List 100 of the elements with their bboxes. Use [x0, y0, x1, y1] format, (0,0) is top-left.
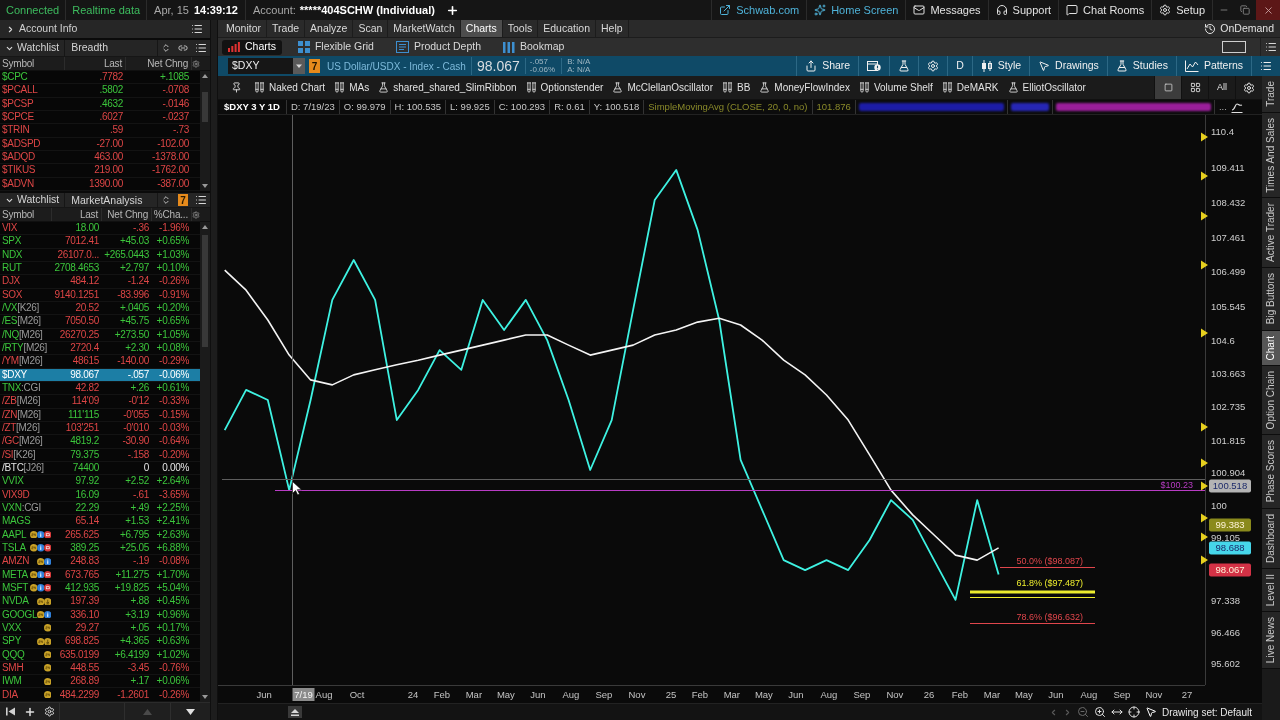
- column-header[interactable]: Net Chng: [147, 56, 188, 71]
- watchlist-row[interactable]: DJX 484.12 -1.24 -0.26%: [0, 275, 200, 289]
- column-header[interactable]: Net Chng: [107, 207, 148, 222]
- pointer-button[interactable]: [1144, 706, 1157, 718]
- price-axis-label: 107.461: [1211, 231, 1246, 243]
- nav-tab[interactable]: Monitor: [221, 20, 267, 37]
- last-price: 2720.4: [70, 343, 99, 354]
- watchlist-row[interactable]: DIA 484.2299 -1.2601 -0.26%: [0, 688, 200, 702]
- watchlist-row[interactable]: /ZB[M26] 114'09 -0'12 -0.33%: [0, 395, 200, 409]
- study-button[interactable]: shared_shared_SlimRibbon: [378, 80, 517, 95]
- side-tab[interactable]: Dashboard: [1262, 508, 1280, 569]
- study-button[interactable]: ElliotOscillator: [1007, 80, 1086, 95]
- last-price: 219.00: [94, 165, 123, 176]
- column-header[interactable]: Last: [103, 56, 122, 71]
- study-button[interactable]: McClellanOscillator: [612, 80, 713, 95]
- watchlist-dropdown[interactable]: MarketAnalysis: [65, 193, 158, 207]
- link-group-badge[interactable]: 7: [309, 59, 320, 73]
- pin-button[interactable]: [231, 82, 242, 93]
- nav-tab[interactable]: Trade: [267, 20, 306, 37]
- watchlist-row[interactable]: SPX 7012.41 +45.03 +0.65%: [0, 235, 200, 249]
- nav-tab[interactable]: Tools: [502, 20, 539, 37]
- watchlist-row[interactable]: SPY 698.825 +4.365 +0.63%: [0, 635, 200, 649]
- column-header[interactable]: Symbol: [2, 207, 35, 222]
- menu-button[interactable]: [191, 23, 203, 35]
- study-button[interactable]: MAs: [334, 80, 370, 95]
- watchlist-row[interactable]: VVIX 97.92 +2.52 +2.64%: [0, 475, 200, 489]
- scrollbar[interactable]: [200, 71, 210, 191]
- side-tab[interactable]: Phase Scores: [1262, 435, 1280, 509]
- scrollbar-thumb[interactable]: [202, 235, 208, 347]
- watchlist-row[interactable]: $TRIN .59 -.73: [0, 124, 200, 138]
- study-button[interactable]: MoneyFlowIndex: [759, 80, 850, 95]
- account-info-toggle[interactable]: Account Info: [0, 21, 78, 37]
- watchlist-dropdown[interactable]: Breadth: [65, 40, 158, 56]
- scroll-thumb[interactable]: [288, 706, 302, 718]
- watchlist-toggle[interactable]: Watchlist: [0, 40, 66, 56]
- study-button[interactable]: BB: [721, 80, 751, 95]
- layout-button[interactable]: [1222, 41, 1246, 53]
- column-header[interactable]: Symbol: [2, 56, 35, 71]
- watchlist-row[interactable]: $CPC .7782 +.1085: [0, 71, 200, 85]
- crosshair-button[interactable]: [1127, 706, 1140, 718]
- watchlist-row[interactable]: IWM 268.89 +.17 +0.06%: [0, 675, 200, 689]
- side-tab[interactable]: Big Buttons: [1262, 268, 1280, 331]
- chart-title: $DXY 3 Y 1D: [223, 100, 281, 114]
- watchlist-row[interactable]: MAGS 65.14 +1.53 +2.41%: [0, 515, 200, 529]
- side-tab[interactable]: Trade: [1262, 76, 1280, 113]
- chart-mode-tab[interactable]: Charts: [222, 39, 282, 55]
- on-demand-button[interactable]: OnDemand: [1204, 20, 1274, 37]
- zoom-out-button[interactable]: [1076, 706, 1089, 718]
- column-header[interactable]: %Cha...: [153, 207, 188, 222]
- scrollbar[interactable]: [200, 222, 210, 702]
- drawing-set-button[interactable]: Drawing set: Default: [1161, 704, 1252, 720]
- watchlist-toggle[interactable]: Watchlist: [0, 193, 66, 207]
- round-badge-icon: [29, 570, 37, 579]
- time-axis-label: Nov: [628, 689, 646, 700]
- watchlist-row[interactable]: NVDA 197.39 +.88 +0.45%: [0, 595, 200, 609]
- layout-toggle[interactable]: [1154, 76, 1181, 99]
- symbol-field[interactable]: $DXY: [228, 58, 305, 74]
- layout-toggle[interactable]: All: [1208, 76, 1235, 99]
- watchlist-row[interactable]: VIX 18.00 -.36 -1.96%: [0, 222, 200, 236]
- headset-icon: [995, 4, 1008, 16]
- side-tab[interactable]: Level II: [1262, 568, 1280, 612]
- side-tab[interactable]: Active Trader: [1262, 198, 1280, 269]
- nav-tab[interactable]: Help: [596, 20, 629, 37]
- zoom-in-icon: [1093, 706, 1106, 718]
- net-change: -1.2601: [117, 689, 149, 700]
- link-group-badge[interactable]: 7: [178, 194, 188, 206]
- side-tab[interactable]: Option Chain: [1262, 365, 1280, 436]
- study-button[interactable]: DeMARK: [941, 80, 999, 95]
- watchlist-row[interactable]: AMZN 248.83 -.19 -0.08%: [0, 555, 200, 569]
- gear-icon: [1243, 81, 1255, 94]
- watchlist-row[interactable]: /YM[M26] 48615 -140.00 -0.29%: [0, 355, 200, 369]
- more-values[interactable]: ...: [1213, 100, 1231, 114]
- chart-mode-tab[interactable]: Product Depth: [389, 39, 487, 55]
- percent-change: +0.61%: [156, 383, 189, 394]
- watchlist-row[interactable]: $PCALL .5802 -.0708: [0, 84, 200, 98]
- nav-tab[interactable]: MarketWatch: [388, 20, 461, 37]
- flask-icon: [759, 82, 771, 93]
- zoom-in-button[interactable]: [1093, 706, 1106, 718]
- side-tab[interactable]: Live News: [1262, 611, 1280, 669]
- nav-tab[interactable]: Analyze: [305, 20, 354, 37]
- percent-change: +0.20%: [156, 303, 189, 314]
- watchlist-row[interactable]: /GC[M26] 4819.2 -30.90 -0.64%: [0, 435, 200, 449]
- nav-tab[interactable]: Charts: [460, 20, 503, 37]
- nav-tab[interactable]: Scan: [353, 20, 389, 37]
- watchlist-row[interactable]: $TIKUS 219.00 -1762.00: [0, 164, 200, 178]
- study-button[interactable]: Volume Shelf: [858, 80, 933, 95]
- side-tab[interactable]: Times And Sales: [1262, 112, 1280, 199]
- scrollbar-thumb[interactable]: [202, 92, 208, 122]
- watchlist-row[interactable]: /ES[M26] 7050.50 +45.75 +0.65%: [0, 315, 200, 329]
- nav-tab[interactable]: Education: [538, 20, 596, 37]
- column-header[interactable]: Last: [79, 207, 98, 222]
- line-chart-icon: [1184, 60, 1199, 72]
- chart-mode-tab[interactable]: Bookmap: [497, 39, 571, 55]
- envelope-icon: [913, 4, 926, 16]
- side-tab[interactable]: Chart: [1262, 330, 1280, 366]
- triangle-marker-icon: [1201, 458, 1208, 468]
- study-button[interactable]: Optionstender: [525, 80, 604, 95]
- symbol-text: /ZT[M26]: [2, 423, 40, 434]
- chart-mode-tab[interactable]: Flexible Grid: [291, 39, 380, 55]
- study-button[interactable]: Naked Chart: [254, 80, 326, 95]
